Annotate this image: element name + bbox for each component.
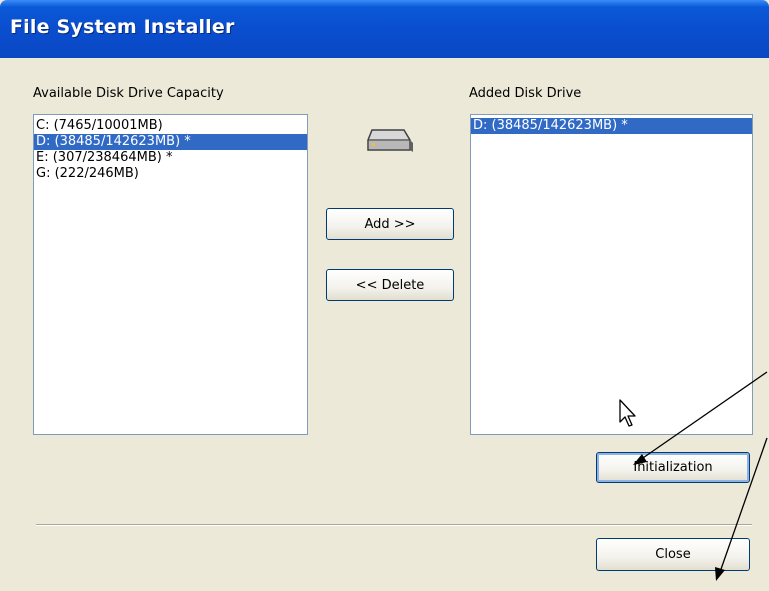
installer-window: File System Installer Available Disk Dri… xyxy=(0,0,769,591)
annotation-arrows xyxy=(633,371,768,581)
